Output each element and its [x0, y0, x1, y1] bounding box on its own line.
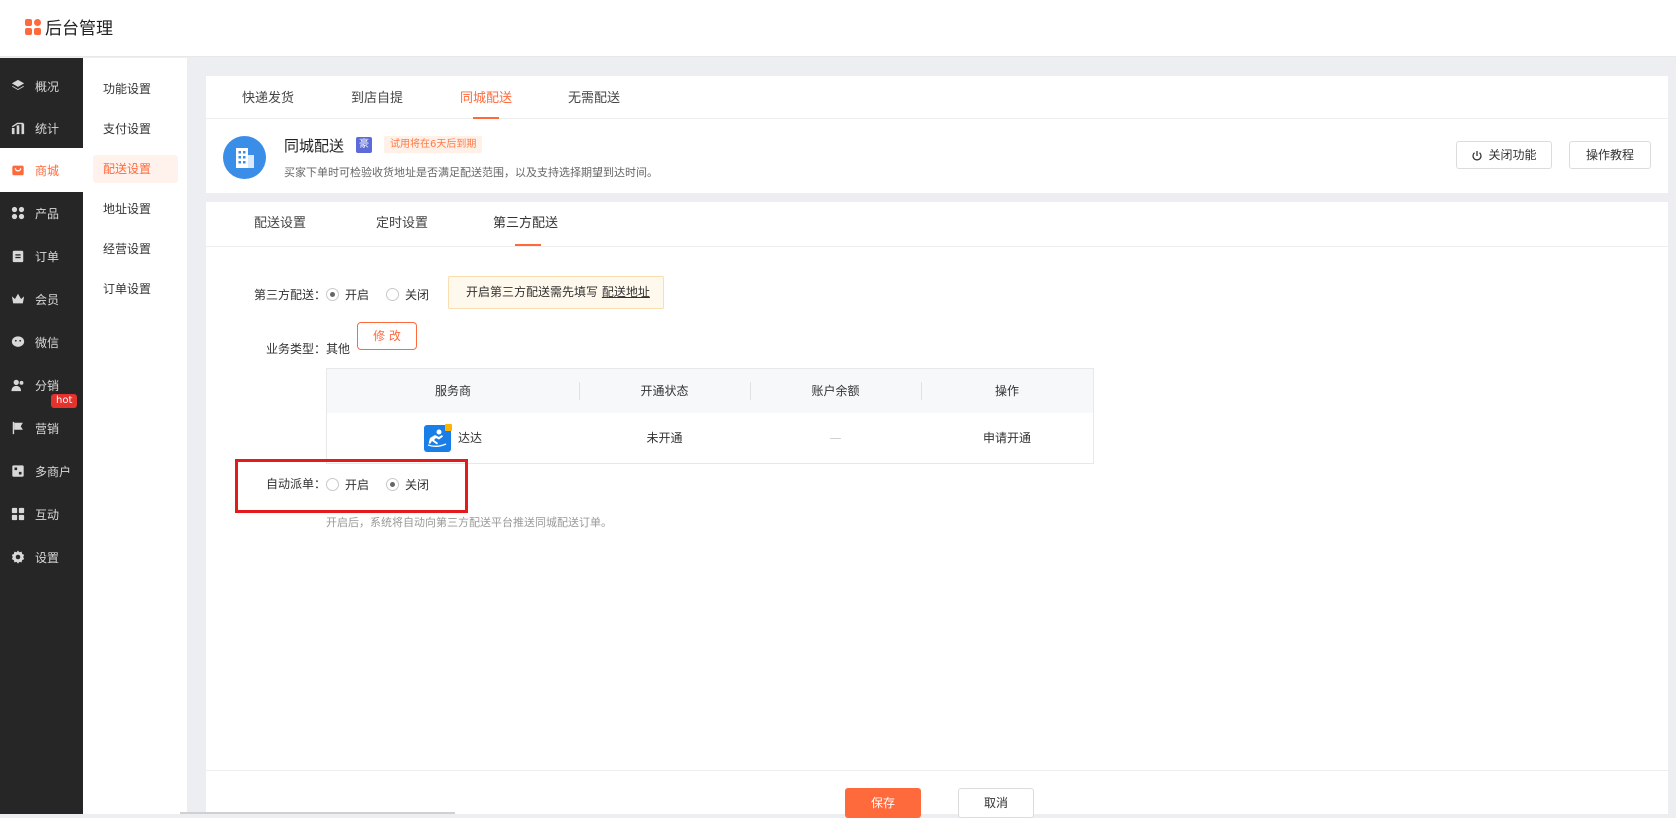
sidebar-item-label: 概况 [35, 79, 60, 94]
modify-button[interactable]: 修 改 [357, 322, 417, 350]
tab-same-city[interactable]: 同城配送 [460, 76, 512, 119]
sidebar-item-label: 分销 [35, 378, 60, 393]
feature-title: 同城配送 [284, 137, 345, 155]
vip-badge: 豪 [356, 137, 372, 153]
dada-logo-icon [423, 423, 452, 452]
business-type-label: 业务类型： [265, 342, 326, 356]
column-header: 操作 [994, 384, 1019, 398]
tab-third-party[interactable]: 第三方配送 [493, 202, 558, 247]
subnav-item-active[interactable]: 配送设置 [93, 155, 178, 183]
close-feature-button[interactable]: 关闭功能 [1456, 141, 1552, 169]
sidebar-item-wechat[interactable]: 微信 [0, 320, 83, 364]
apply-activation-link[interactable]: 申请开通 [921, 413, 1093, 463]
third-party-on-radio[interactable]: 开启 [326, 286, 369, 303]
delivery-tabs: 快递发货 到店自提 同城配送 无需配送 [206, 76, 1668, 119]
sidebar-item-label: 会员 [35, 292, 60, 307]
radio-dot [326, 288, 339, 301]
close-feature-label: 关闭功能 [1488, 148, 1537, 162]
crown-icon [10, 291, 26, 307]
settings-tabs: 配送设置 定时设置 第三方配送 [206, 202, 1668, 247]
radio-label: 关闭 [405, 288, 430, 302]
radio-dot [386, 288, 399, 301]
tab-pickup[interactable]: 到店自提 [351, 76, 403, 119]
provider-table: 服务商 开通状态 账户余额 操作 达达 未开通 — 申请开通 [326, 368, 1094, 464]
store-icon [10, 162, 26, 178]
hot-badge: hot [51, 394, 78, 408]
sidebar-item-products[interactable]: 产品 [0, 191, 83, 235]
tutorial-button[interactable]: 操作教程 [1569, 141, 1651, 169]
sidebar-item-label: 营销 [35, 421, 60, 436]
sidebar-item-label: 设置 [35, 550, 60, 565]
app-title: 后台管理 [45, 19, 113, 39]
third-party-label: 第三方配送： [253, 288, 326, 302]
corner-mark [444, 423, 452, 431]
column-header: 账户余额 [811, 384, 860, 398]
provider-cell: 达达 [423, 413, 482, 463]
third-party-off-radio[interactable]: 关闭 [386, 286, 429, 303]
tab-timing-settings[interactable]: 定时设置 [376, 202, 428, 247]
sidebar-item-label: 统计 [35, 121, 60, 136]
notice-text: 开启第三方配送需先填写 [466, 285, 599, 299]
delivery-address-link[interactable]: 配送地址 [602, 285, 650, 299]
subnav-item[interactable]: 订单设置 [93, 275, 178, 303]
radio-label: 开启 [345, 288, 370, 302]
sidebar-item-settings[interactable]: 设置 [0, 535, 83, 579]
sidebar-item-members[interactable]: 会员 [0, 277, 83, 321]
column-header: 服务商 [434, 384, 471, 398]
layers-icon [10, 78, 26, 94]
clipboard-icon [10, 248, 26, 264]
logo-icon [25, 18, 41, 35]
sidebar-item-label: 订单 [35, 249, 60, 264]
footer-bar: 保存 取消 [206, 770, 1668, 818]
wechat-icon [10, 334, 26, 350]
feature-description: 买家下单时可检验收货地址是否满足配送范围，以及支持选择期望到达时间。 [284, 166, 658, 179]
tab-delivery-settings[interactable]: 配送设置 [254, 202, 306, 247]
power-icon [1472, 150, 1483, 161]
sidebar-item-marketing[interactable]: 营销 hot [0, 394, 83, 450]
status-cell: 未开通 [646, 431, 683, 445]
sidebar-item-overview[interactable]: 概况 [0, 64, 83, 108]
sidebar-item-label: 微信 [35, 335, 60, 350]
sidebar-item-label: 互动 [35, 507, 60, 522]
sidebar-item-label: 多商户 [35, 464, 72, 479]
sidebar-item-stats[interactable]: 统计 [0, 106, 83, 150]
provider-name: 达达 [457, 431, 482, 445]
subnav-item[interactable]: 经营设置 [93, 235, 178, 263]
sidebar-item-interaction[interactable]: 互动 [0, 492, 83, 536]
chart-icon [10, 120, 26, 136]
active-tab-indicator [515, 244, 541, 246]
building-icon [223, 136, 266, 179]
shop-icon [10, 463, 26, 479]
table-header: 服务商 开通状态 账户余额 操作 [327, 369, 1093, 413]
column-header: 开通状态 [640, 384, 689, 398]
sidebar-item-orders[interactable]: 订单 [0, 234, 83, 278]
apps-icon [10, 205, 26, 221]
auto-dispatch-hint: 开启后，系统将自动向第三方配送平台推送同城配送订单。 [326, 516, 612, 529]
address-notice: 开启第三方配送需先填写 配送地址 [448, 276, 664, 309]
subnav-item[interactable]: 支付设置 [93, 115, 178, 143]
grid-icon [10, 506, 26, 522]
flag-icon [10, 420, 26, 436]
subnav-item[interactable]: 地址设置 [93, 195, 178, 223]
sidebar-item-label: 商城 [35, 163, 60, 178]
sidebar-item-label: 产品 [35, 206, 60, 221]
tab-express[interactable]: 快递发货 [242, 76, 294, 119]
balance-cell: — [829, 431, 842, 445]
subnav-item[interactable]: 功能设置 [93, 75, 178, 103]
app-logo[interactable]: 后台管理 [25, 14, 113, 39]
tab-no-delivery[interactable]: 无需配送 [568, 76, 620, 119]
feature-panel: 快递发货 到店自提 同城配送 无需配送 同城配送 豪 试用将在6天后到期 买家下… [206, 76, 1668, 193]
secondary-sidebar: 功能设置 支付设置 配送设置 地址设置 经营设置 订单设置 [83, 58, 188, 814]
sidebar-item-multi-merchant[interactable]: 多商户 [0, 449, 83, 493]
sidebar-item-mall[interactable]: 商城 [0, 148, 83, 192]
top-bar: 后台管理 [0, 0, 1676, 57]
business-type-value: 其他 [326, 342, 351, 356]
trial-badge: 试用将在6天后到期 [384, 136, 483, 153]
gear-icon [10, 549, 26, 565]
users-icon [10, 377, 26, 393]
table-row: 达达 [327, 413, 579, 463]
primary-sidebar: 概况 统计 商城 产品 订单 会员 微信 分销 营销 hot 多商户 互动 设置 [0, 58, 83, 814]
highlight-box [235, 459, 468, 513]
